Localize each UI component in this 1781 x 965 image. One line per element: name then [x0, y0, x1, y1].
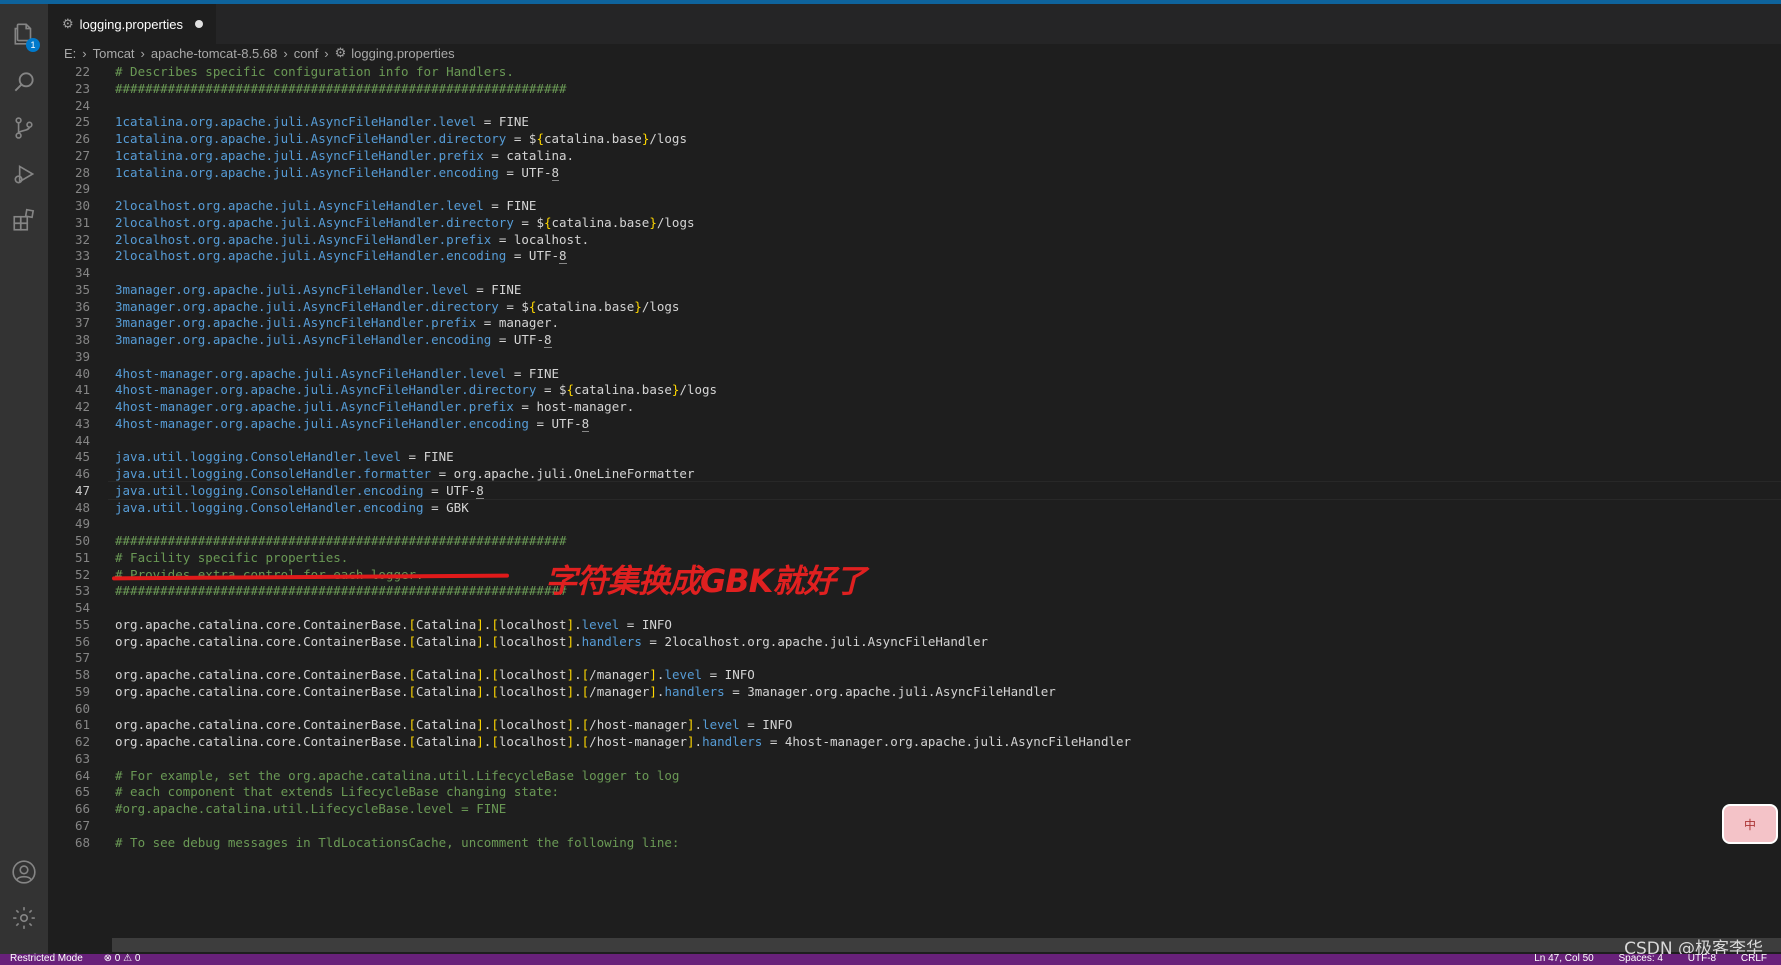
breadcrumb-drive[interactable]: E: [64, 46, 76, 61]
breadcrumb-conf[interactable]: conf [294, 46, 319, 61]
extensions-icon [13, 208, 35, 231]
breadcrumb-apache-tomcat[interactable]: apache-tomcat-8.5.68 [151, 46, 277, 61]
tab-label: logging.properties [79, 16, 184, 32]
manage-button[interactable] [0, 894, 48, 942]
explorer-badge: 1 [26, 38, 40, 52]
chevron-right-icon: › [82, 45, 87, 61]
search-icon [14, 72, 34, 92]
accounts-button[interactable] [0, 848, 48, 896]
search-button[interactable] [0, 58, 48, 106]
extensions-button[interactable] [0, 196, 48, 244]
breadcrumb: E: › Tomcat › apache-tomcat-8.5.68 › con… [48, 44, 1781, 62]
horizontal-scrollbar[interactable] [112, 938, 1781, 952]
run-debug-button[interactable] [0, 150, 48, 198]
unsaved-dot-icon[interactable] [195, 20, 204, 28]
ime-indicator[interactable]: 中 [1722, 804, 1778, 844]
gear-icon: ⚙ [334, 45, 347, 60]
explorer-button[interactable]: 1 [0, 10, 48, 58]
run-debug-icon [14, 165, 35, 184]
cursor-position[interactable]: Ln 47, Col 50 [1534, 953, 1594, 964]
tab-logging-properties[interactable]: ⚙ logging.properties [48, 4, 216, 44]
gear-icon [13, 907, 35, 929]
code-text: # To see debug messages in TldLocationsC… [115, 834, 680, 850]
annotation-text: 字符集换成GBK就好了 [545, 562, 866, 600]
activity-bar: 1 [0, 4, 48, 954]
code-editor[interactable]: 22 # Describes specific configuration inf… [48, 62, 1781, 954]
indentation[interactable]: Spaces: 4 [1618, 953, 1662, 964]
status-bar: Restricted Mode ⊗ 0 ⚠ 0 Ln 47, Col 50 Sp… [0, 953, 1781, 965]
file-encoding[interactable]: UTF-8 [1688, 953, 1716, 964]
end-of-line[interactable]: CRLF [1741, 953, 1767, 964]
chevron-right-icon: › [283, 45, 288, 61]
source-control-icon [15, 117, 33, 139]
problems-indicator[interactable]: ⊗ 0 ⚠ 0 [104, 953, 141, 964]
breadcrumb-file[interactable]: logging.properties [351, 46, 454, 61]
tab-bar: ⚙ logging.properties [48, 4, 1781, 44]
code-line[interactable]: 68 # To see debug messages in TldLocation… [48, 833, 1781, 852]
line-number: 68 [74, 834, 90, 850]
chevron-right-icon: › [140, 45, 145, 61]
source-control-button[interactable] [0, 104, 48, 152]
chevron-right-icon: › [324, 45, 329, 61]
restricted-mode-indicator[interactable]: Restricted Mode [10, 953, 83, 964]
gear-icon: ⚙ [62, 16, 74, 31]
breadcrumb-tomcat[interactable]: Tomcat [93, 46, 135, 61]
account-icon [12, 860, 36, 884]
